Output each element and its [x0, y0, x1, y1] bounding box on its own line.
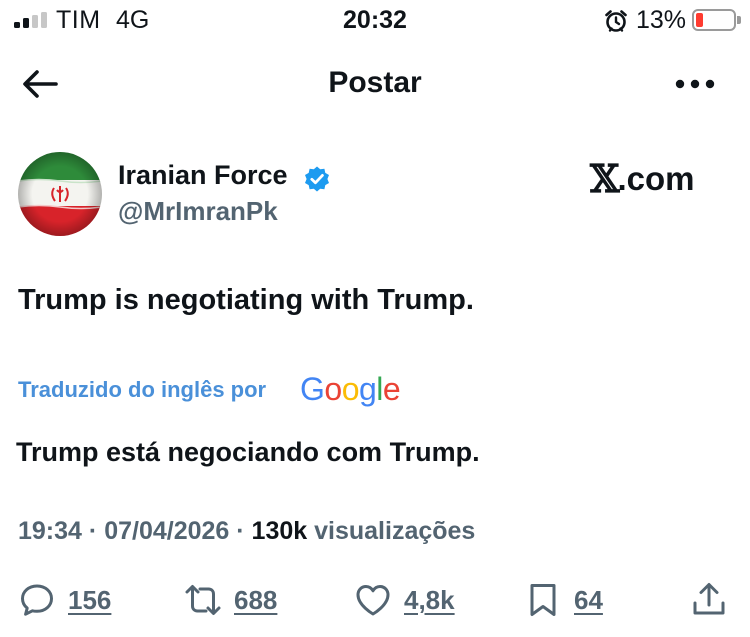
translation-label[interactable]: Traduzido do inglês por — [18, 377, 266, 403]
google-logo: Google — [300, 371, 401, 407]
reply-button[interactable]: 156 — [18, 580, 111, 620]
views-label: visualizações — [314, 517, 476, 545]
author-display-name[interactable]: Iranian Force — [118, 160, 288, 191]
repost-button[interactable]: 688 — [184, 580, 277, 620]
battery-icon — [692, 9, 741, 31]
author-handle[interactable]: @MrImranPk — [118, 196, 278, 227]
x-logo-icon: 𝕏 — [590, 156, 620, 201]
verified-badge-icon — [305, 166, 329, 192]
heart-icon — [356, 585, 390, 616]
like-count[interactable]: 4,8k — [404, 585, 455, 616]
alarm-icon — [605, 10, 627, 32]
status-bar: TIM 4G 20:32 13% — [0, 0, 750, 44]
bookmark-button[interactable]: 64 — [524, 580, 603, 620]
tweet-time[interactable]: 19:34 — [18, 517, 82, 545]
reply-count[interactable]: 156 — [68, 585, 111, 616]
tweet-meta: 19:34 · 07/04/2026 · 130k visualizações — [18, 517, 475, 546]
reply-icon — [21, 584, 53, 616]
more-icon[interactable] — [674, 72, 716, 96]
avatar[interactable] — [18, 152, 102, 236]
tweet-text: Trump is negotiating with Trump. — [18, 284, 474, 316]
page-title: Postar — [328, 66, 422, 99]
battery-percent: 13% — [636, 6, 687, 34]
repost-count[interactable]: 688 — [234, 585, 277, 616]
like-button[interactable]: 4,8k — [354, 580, 455, 620]
x-com-watermark: 𝕏.com — [590, 160, 695, 198]
share-button[interactable] — [690, 580, 728, 620]
meta-separator: · — [236, 517, 245, 545]
share-icon — [693, 583, 725, 615]
translated-text: Trump está negociando com Trump. — [16, 437, 480, 467]
bookmark-count[interactable]: 64 — [574, 585, 603, 616]
bookmark-icon — [530, 584, 556, 616]
views-count: 130k — [251, 517, 308, 545]
repost-icon — [185, 585, 221, 615]
tweet-date[interactable]: 07/04/2026 — [104, 517, 229, 545]
meta-separator: · — [88, 517, 98, 545]
watermark-text: .com — [617, 160, 695, 197]
